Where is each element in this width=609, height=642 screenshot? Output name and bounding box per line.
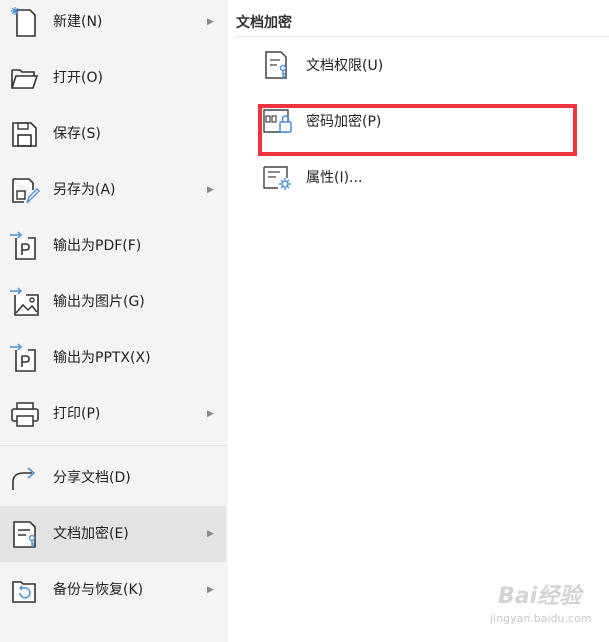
document-encrypt-panel: 文档加密 文档权限(U) 密码加密(P) 属性(I)... [228,0,609,642]
document-permission-item[interactable]: 文档权限(U) [262,48,562,84]
save-as-icon [8,174,40,206]
file-menu-sidebar: 新建(N) ▶ 打开(O) 保存(S) 另存为(A) ▶ 输出为PDF(F) 输… [0,0,228,642]
menu-item-open[interactable]: 打开(O) [0,50,226,106]
menu-item-share[interactable]: 分享文档(D) [0,450,226,506]
menu-item-label: 打开(O) [53,70,103,86]
menu-item-label: 另存为(A) [53,182,116,198]
menu-item-export-image[interactable]: 输出为图片(G) [0,274,226,330]
properties-item[interactable]: 属性(I)... [262,160,562,196]
menu-item-label: 输出为PPTX(X) [53,350,151,366]
menu-item-print[interactable]: 打印(P) ▶ [0,386,226,442]
panel-divider [236,36,609,37]
menu-item-export-pptx[interactable]: 输出为PPTX(X) [0,330,226,386]
watermark-url: jingyan.baidu.com [490,612,592,625]
menu-item-label: 属性(I)... [306,170,363,186]
chevron-right-icon: ▶ [207,585,214,595]
new-file-icon [8,6,40,38]
menu-divider [0,445,226,446]
menu-item-new[interactable]: 新建(N) ▶ [0,0,226,50]
chevron-right-icon: ▶ [207,529,214,539]
chevron-right-icon: ▶ [207,185,214,195]
backup-restore-icon [8,574,40,606]
export-image-icon [8,286,40,318]
menu-item-label: 输出为PDF(F) [53,238,142,254]
folder-open-icon [8,62,40,94]
baidu-jingyan-watermark: Bai经验 jingyan.baidu.com [478,572,603,636]
save-icon [8,118,40,150]
watermark-logo-text: Bai经验 [498,584,582,609]
menu-item-label: 打印(P) [53,406,101,422]
chevron-right-icon: ▶ [207,409,214,419]
chevron-right-icon: ▶ [207,17,214,27]
document-encrypt-icon [8,518,40,550]
highlight-box [258,104,577,156]
menu-item-export-pdf[interactable]: 输出为PDF(F) [0,218,226,274]
menu-item-label: 文档加密(E) [53,526,129,542]
panel-title: 文档加密 [236,15,292,31]
menu-item-save[interactable]: 保存(S) [0,106,226,162]
menu-item-document-encrypt[interactable]: 文档加密(E) ▶ [0,506,226,562]
share-icon [8,462,40,494]
export-pdf-icon [8,230,40,262]
menu-item-label: 输出为图片(G) [53,294,145,310]
printer-icon [8,398,40,430]
export-pptx-icon [8,342,40,374]
document-permission-icon [262,50,294,80]
properties-gear-icon [262,162,294,192]
menu-item-label: 文档权限(U) [306,58,384,74]
menu-item-label: 备份与恢复(K) [53,582,144,598]
menu-item-save-as[interactable]: 另存为(A) ▶ [0,162,226,218]
menu-item-label: 保存(S) [53,126,101,142]
menu-item-backup-restore[interactable]: 备份与恢复(K) ▶ [0,562,226,618]
menu-item-label: 新建(N) [53,14,103,30]
menu-item-label: 分享文档(D) [53,470,131,486]
